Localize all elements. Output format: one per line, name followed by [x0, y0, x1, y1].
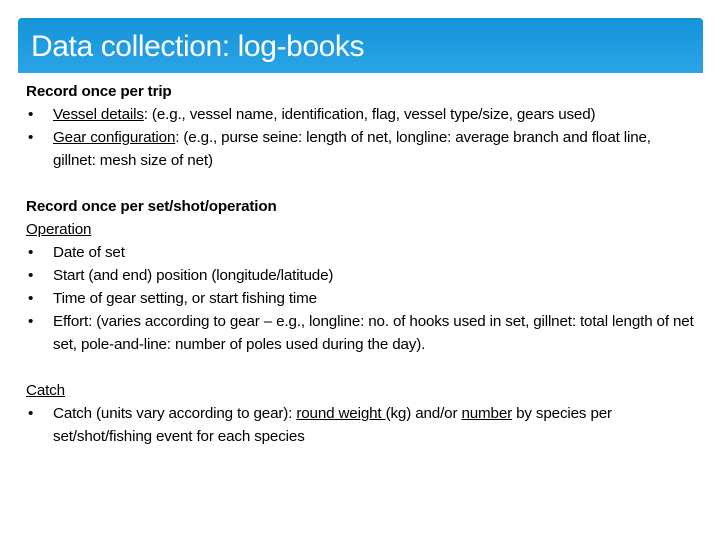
bullet-icon: •	[28, 405, 34, 422]
list-item: • Start (and end) position (longitude/la…	[26, 264, 696, 287]
bullet-icon: •	[28, 290, 34, 307]
trip-section-heading: Record once per trip	[26, 83, 172, 100]
vessel-details-text: : (e.g., vessel name, identification, fl…	[143, 106, 596, 123]
gear-configuration-label: Gear configuration	[53, 129, 176, 146]
catch-prefix: Catch (units vary according to gear):	[53, 405, 297, 422]
bullet-icon: •	[28, 244, 34, 261]
list-item-text: Catch (units vary according to gear): ro…	[53, 402, 696, 448]
list-item-text: Date of set	[53, 244, 125, 261]
list-item-text: Effort: (varies according to gear – e.g.…	[53, 313, 694, 353]
list-item: • Time of gear setting, or start fishing…	[26, 287, 696, 310]
bullet-icon: •	[28, 129, 34, 146]
catch-middle: (kg) and/or	[385, 405, 462, 422]
list-item-text: Vessel details: (e.g., vessel name, iden…	[53, 103, 696, 126]
number-term: number	[461, 405, 513, 422]
round-weight-term: round weight	[296, 405, 386, 422]
slide-title-bar: Data collection: log-books	[18, 18, 703, 73]
list-item-text: Time of gear setting, or start fishing t…	[53, 290, 317, 307]
bullet-icon: •	[28, 106, 34, 123]
bullet-icon: •	[28, 313, 34, 330]
list-item: • Vessel details: (e.g., vessel name, id…	[26, 103, 696, 126]
list-item: • Catch (units vary according to gear): …	[26, 402, 696, 448]
bullet-icon: •	[28, 267, 34, 284]
catch-subheading: Catch	[26, 382, 65, 399]
operation-subheading: Operation	[26, 221, 92, 238]
list-item-text: Start (and end) position (longitude/lati…	[53, 267, 334, 284]
set-section-heading: Record once per set/shot/operation	[26, 198, 277, 215]
list-item: • Effort: (varies according to gear – e.…	[26, 310, 696, 356]
list-item: • Gear configuration: (e.g., purse seine…	[26, 126, 696, 172]
slide-title: Data collection: log-books	[31, 30, 365, 63]
list-item-text: Gear configuration: (e.g., purse seine: …	[53, 126, 696, 172]
vessel-details-label: Vessel details	[53, 106, 144, 123]
slide-body: Record once per trip • Vessel details: (…	[26, 80, 696, 448]
list-item: • Date of set	[26, 241, 696, 264]
